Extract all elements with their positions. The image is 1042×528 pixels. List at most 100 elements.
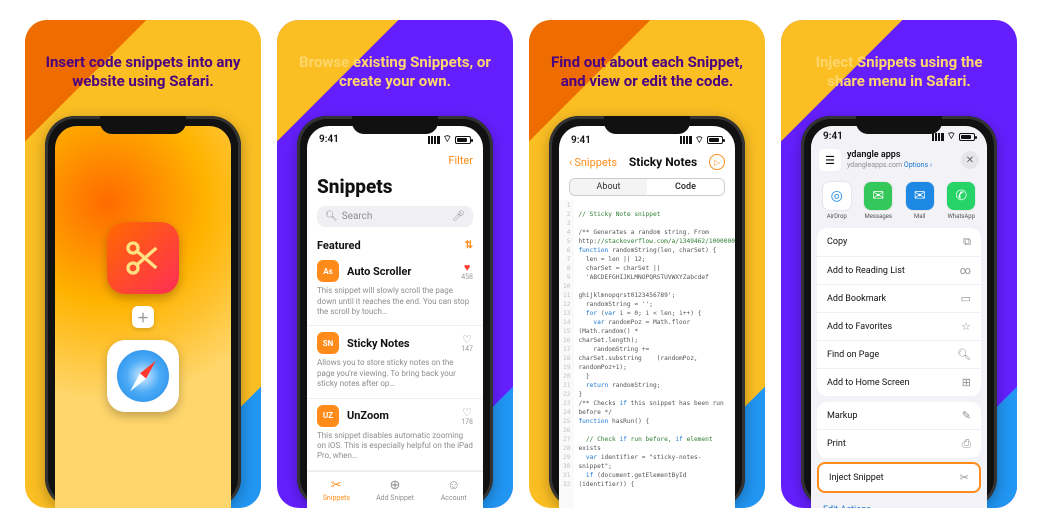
notch [856,116,942,134]
line-gutter: 1 2 3 4 5 6 7 8 9 10 11 12 13 14 15 16 1… [559,200,574,508]
share-item-copy[interactable]: Copy⧉ [817,228,981,257]
share-item-label: Copy [827,237,847,247]
share-app-messages[interactable]: ✉Messages [861,181,897,220]
share-app-icon: ✉ [905,181,935,211]
share-item-label: Add to Home Screen [827,378,909,388]
like-count: 178 [461,419,473,426]
wifi-icon: ⌔ [947,130,956,143]
share-item-label: Add to Favorites [827,322,892,332]
share-actions-list-2: Markup ✎ Print⎙ [817,402,981,458]
headline: Browse existing Snippets, or create your… [277,20,513,116]
section-header: Featured ⇅ [307,231,483,254]
phone-screen: 9:41 ⌔ ‹ Snippets Sticky Notes ▷ About C… [559,126,735,508]
snippet-item[interactable]: As Auto Scroller ♥ 458 This snippet will… [307,254,483,326]
share-item-label: Add Bookmark [827,294,886,304]
tab-bar: ✂Snippets⊕Add Snippet☺Account [307,471,483,508]
phone-frame: 9:41 ⌔ Filter Snippets 🔍︎ Search [297,116,493,508]
promo-card-4: Inject Snippets using the share menu in … [781,20,1017,508]
segment-code[interactable]: Code [647,179,724,195]
share-item-label: Markup [827,411,857,421]
back-button[interactable]: ‹ Snippets [569,156,617,169]
share-app-airdrop[interactable]: ◎AirDrop [819,181,855,220]
safari-app-icon [107,340,179,412]
heart-icon[interactable]: ♡ [461,406,473,419]
like-count: 147 [461,346,473,353]
share-app-label: AirDrop [827,213,847,220]
snippet-desc: Allows you to store sticky notes on the … [317,358,473,389]
share-app-icon: ✆ [946,181,976,211]
share-apps-row: ◎AirDrop✉Messages ✉ Mail ✆ WhatsApp [811,177,987,228]
share-app-label: WhatsApp [947,213,975,220]
share-item-add-bookmark[interactable]: Add Bookmark▭ [817,285,981,313]
notch [352,116,438,134]
phone-screen: 9:41 ⌔ ☰ ydangle apps ydangleapps.com Op… [811,126,987,508]
run-button[interactable]: ▷ [709,154,725,170]
site-subtitle: ydangleapps.com Options › [847,161,932,169]
snippet-title: Sticky Notes [347,337,453,350]
snippets-app-icon [107,222,179,294]
plus-icon: ＋ [132,306,154,328]
filter-link[interactable]: Filter [448,154,473,167]
tab-label: Account [441,494,467,502]
segmented-control[interactable]: About Code [569,178,725,196]
share-item-add-to-favorites[interactable]: Add to Favorites☆ [817,313,981,341]
battery-icon [959,133,975,141]
snippet-desc: This snippet will slowly scroll the page… [317,286,473,317]
phone-frame: 9:41 ⌔ ☰ ydangle apps ydangleapps.com Op… [801,116,997,508]
mic-icon[interactable]: 🎤︎ [452,211,465,222]
promo-card-2: Browse existing Snippets, or create your… [277,20,513,508]
search-input[interactable]: 🔍︎ Search 🎤︎ [317,206,473,228]
tab-snippets[interactable]: ✂Snippets [307,472,366,508]
signal-icon [932,133,944,141]
share-app-whatsapp[interactable]: ✆ WhatsApp [944,181,980,220]
share-item-print[interactable]: Print⎙ [817,430,981,458]
share-item-add-to-home-screen[interactable]: Add to Home Screen⊞ [817,369,981,396]
share-item-icon: 🔍︎ [957,348,971,361]
share-sheet: ☰ ydangle apps ydangleapps.com Options ›… [811,143,987,508]
tab-add-snippet[interactable]: ⊕Add Snippet [366,472,425,508]
snippet-badge: UZ [317,405,339,427]
share-app-mail[interactable]: ✉ Mail [902,181,938,220]
phone-screen: 9:41 ⌔ Filter Snippets 🔍︎ Search [307,126,483,508]
snippets-list: As Auto Scroller ♥ 458 This snippet will… [307,254,483,471]
tab-label: Add Snippet [376,494,414,502]
status-time: 9:41 [823,131,843,142]
wifi-icon: ⌔ [443,133,452,146]
snippet-item[interactable]: SN Sticky Notes ♡ 147 Allows you to stor… [307,326,483,398]
tab-account[interactable]: ☺Account [424,472,483,508]
status-time: 9:41 [571,135,591,146]
signal-strength-icon: ⇅ [465,240,473,251]
scissors-icon [123,238,163,278]
hero-screen: ＋ [55,126,231,508]
close-icon[interactable]: ✕ [961,151,979,169]
tab-icon: ✂ [331,478,342,493]
signal-icon [680,136,692,144]
battery-icon [707,136,723,144]
snippet-badge: As [317,260,339,282]
promo-card-1: Insert code snippets into any website us… [25,20,261,508]
notch [100,116,186,134]
share-item-markup[interactable]: Markup ✎ [817,402,981,430]
share-app-label: Messages [864,213,892,220]
share-item-add-to-reading-list[interactable]: Add to Reading List∞ [817,257,981,285]
share-app-label: Mail [914,213,925,220]
edit-actions-link[interactable]: Edit Actions… [811,497,987,508]
snippet-item[interactable]: UZ UnZoom ♡ 178 This snippet disables au… [307,399,483,471]
code-editor[interactable]: 1 2 3 4 5 6 7 8 9 10 11 12 13 14 15 16 1… [559,200,735,508]
detail-title: Sticky Notes [629,155,697,169]
phone-frame: ＋ [45,116,241,508]
headline: Inject Snippets using the share menu in … [781,20,1017,116]
share-sheet-header: ☰ ydangle apps ydangleapps.com Options ›… [811,143,987,177]
signal-icon [428,136,440,144]
share-item-label: Find on Page [827,350,879,360]
code-body: // Sticky Note snippet /** Generates a r… [574,200,735,508]
segment-about[interactable]: About [570,179,647,195]
share-item-icon: ✎ [962,409,971,422]
site-title: ydangle apps [847,151,932,161]
inject-label: Inject Snippet [829,473,884,483]
share-item-find-on-page[interactable]: Find on Page 🔍︎ [817,341,981,369]
inject-snippet-highlighted[interactable]: Inject Snippet ✂ [817,462,981,493]
headline: Insert code snippets into any website us… [25,20,261,116]
share-item-icon: ⎙ [962,437,971,451]
tab-label: Snippets [323,494,350,502]
